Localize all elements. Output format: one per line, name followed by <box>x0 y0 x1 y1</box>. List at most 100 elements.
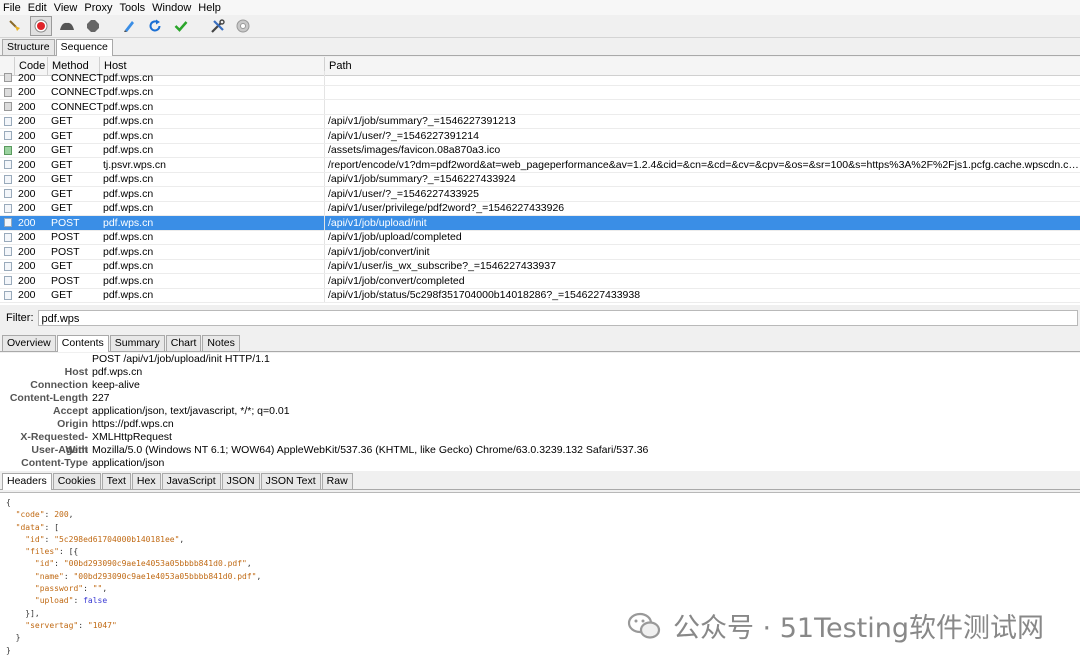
row-code: 200 <box>18 260 36 273</box>
settings-icon[interactable] <box>232 16 254 36</box>
json-key: "upload" <box>34 596 74 606</box>
row-code: 200 <box>18 289 36 302</box>
table-body: 200 CONNECT pdf.wps.cn 200 CONNECT pdf.wps.cn… <box>0 71 1080 303</box>
tab-json-text[interactable]: JSON Text <box>260 473 321 489</box>
json-key: "id" <box>34 559 55 569</box>
table-row[interactable]: 200 CONNECT pdf.wps.cn <box>0 71 1080 86</box>
row-code: 200 <box>18 202 36 215</box>
throttle-icon[interactable] <box>56 16 78 36</box>
row-host: pdf.wps.cn <box>100 100 325 114</box>
tab-headers[interactable]: Headers <box>2 473 52 490</box>
tab-contents[interactable]: Contents <box>56 335 109 352</box>
tab-structure[interactable]: Structure <box>2 39 55 55</box>
row-method: POST <box>51 216 80 229</box>
header-value: application/json <box>92 457 165 469</box>
tab-sequence[interactable]: Sequence <box>55 39 113 56</box>
row-code: 200 <box>18 129 36 142</box>
table-row[interactable]: 200 POST pdf.wps.cn/api/v1/job/upload/comp… <box>0 230 1080 245</box>
json-key: "data" <box>15 522 45 532</box>
menu-window[interactable]: Window <box>152 2 191 14</box>
row-method: CONNECT <box>51 86 103 99</box>
watermark: 公众号 · 51Testing软件测试网 <box>627 606 1044 645</box>
table-row[interactable]: 200 GET pdf.wps.cn/api/v1/job/summary?_=15… <box>0 172 1080 187</box>
json-key: "servertag" <box>25 620 79 630</box>
row-icon <box>0 87 15 97</box>
header-name: Accept <box>52 405 88 417</box>
request-line-row: POST /api/v1/job/upload/init HTTP/1.1 <box>0 353 1080 366</box>
row-method: POST <box>51 245 80 258</box>
table-row[interactable]: 200 GET pdf.wps.cn/assets/images/favicon.0… <box>0 143 1080 158</box>
row-icon <box>0 290 15 300</box>
row-path: /api/v1/job/summary?_=1546227391213 <box>328 115 516 128</box>
tab-javascript[interactable]: JavaScript <box>161 473 221 489</box>
row-code: 200 <box>18 100 36 113</box>
table-row[interactable]: 200 GET pdf.wps.cn/api/v1/job/status/5c298… <box>0 288 1080 303</box>
check-icon[interactable] <box>170 16 192 36</box>
table-row[interactable]: 200 CONNECT pdf.wps.cn <box>0 85 1080 100</box>
table-row[interactable]: 200 GET pdf.wps.cn/api/v1/user/?_=15462274… <box>0 187 1080 202</box>
broom-icon[interactable] <box>4 16 26 36</box>
pen-icon[interactable] <box>118 16 140 36</box>
header-value: XMLHttpRequest <box>92 431 172 443</box>
tab-chart[interactable]: Chart <box>165 335 202 351</box>
row-path: /api/v1/job/upload/init <box>328 216 427 229</box>
tab-overview[interactable]: Overview <box>2 335 56 351</box>
row-host: pdf.wps.cn <box>100 216 325 230</box>
row-host: pdf.wps.cn <box>100 288 325 302</box>
document-icon <box>3 189 12 199</box>
document-icon <box>3 218 12 228</box>
row-host: pdf.wps.cn <box>100 230 325 244</box>
menu-file[interactable]: File <box>3 2 21 14</box>
table-row[interactable]: 200 GET pdf.wps.cn/api/v1/user/?_=15462273… <box>0 129 1080 144</box>
row-icon <box>0 261 15 271</box>
row-host: pdf.wps.cn <box>100 114 325 128</box>
tab-notes[interactable]: Notes <box>202 335 240 351</box>
table-row[interactable]: 200 POST pdf.wps.cn/api/v1/job/convert/ini… <box>0 245 1080 260</box>
header-row: Content-Length 227 <box>0 392 1080 405</box>
header-value: pdf.wps.cn <box>92 366 143 378</box>
header-row: Accept application/json, text/javascript,… <box>0 405 1080 418</box>
refresh-icon[interactable] <box>144 16 166 36</box>
table-row[interactable]: 200 GET pdf.wps.cn/api/v1/user/privilege/p… <box>0 201 1080 216</box>
table-row[interactable]: 200 GET tj.psvr.wps.cn/report/encode/v1?dm… <box>0 158 1080 173</box>
header-name: Content-Type <box>21 457 88 469</box>
menu-proxy[interactable]: Proxy <box>84 2 112 14</box>
table-row[interactable]: 200 CONNECT pdf.wps.cn <box>0 100 1080 115</box>
record-button[interactable] <box>30 16 52 36</box>
tab-raw[interactable]: Raw <box>321 473 353 489</box>
row-method: GET <box>51 187 73 200</box>
menu-view[interactable]: View <box>54 2 78 14</box>
tab-hex[interactable]: Hex <box>131 473 161 489</box>
json-value: "" <box>92 584 103 594</box>
stop-icon[interactable] <box>82 16 104 36</box>
row-host: pdf.wps.cn <box>100 187 325 201</box>
filter-input[interactable]: pdf.wps <box>37 310 1078 326</box>
watermark-text: 公众号 · 51Testing软件测试网 <box>672 613 1044 644</box>
table-row[interactable]: 200 GET pdf.wps.cn/api/v1/user/is_wx_subsc… <box>0 259 1080 274</box>
row-icon <box>0 218 15 228</box>
json-key: "id" <box>25 534 45 544</box>
json-key: "name" <box>34 571 64 581</box>
header-name: Origin <box>57 418 88 430</box>
header-row: Origin https://pdf.wps.cn <box>0 418 1080 431</box>
menu-bar: File Edit View Proxy Tools Window Help <box>0 0 1080 15</box>
table-row[interactable]: 200 GET pdf.wps.cn/api/v1/job/summary?_=15… <box>0 114 1080 129</box>
header-row: Connection keep-alive <box>0 379 1080 392</box>
tab-json[interactable]: JSON <box>221 473 260 489</box>
tab-cookies[interactable]: Cookies <box>52 473 101 489</box>
request-line: POST /api/v1/job/upload/init HTTP/1.1 <box>92 353 270 365</box>
table-row[interactable]: 200 POST pdf.wps.cn/api/v1/job/convert/com… <box>0 274 1080 289</box>
tab-summary[interactable]: Summary <box>109 335 165 351</box>
document-icon <box>3 261 12 271</box>
header-value: application/json, text/javascript, */*; … <box>92 405 290 417</box>
menu-edit[interactable]: Edit <box>28 2 47 14</box>
tab-text[interactable]: Text <box>101 473 131 489</box>
document-icon <box>3 160 12 170</box>
menu-tools[interactable]: Tools <box>119 2 145 14</box>
row-path: /api/v1/user/is_wx_subscribe?_=154622743… <box>328 260 556 273</box>
document-icon <box>3 247 12 257</box>
menu-help[interactable]: Help <box>198 2 221 14</box>
row-host: pdf.wps.cn <box>100 143 325 157</box>
table-row[interactable]: 200 POST pdf.wps.cn/api/v1/job/upload/init <box>0 216 1080 231</box>
tools-icon[interactable] <box>206 16 228 36</box>
